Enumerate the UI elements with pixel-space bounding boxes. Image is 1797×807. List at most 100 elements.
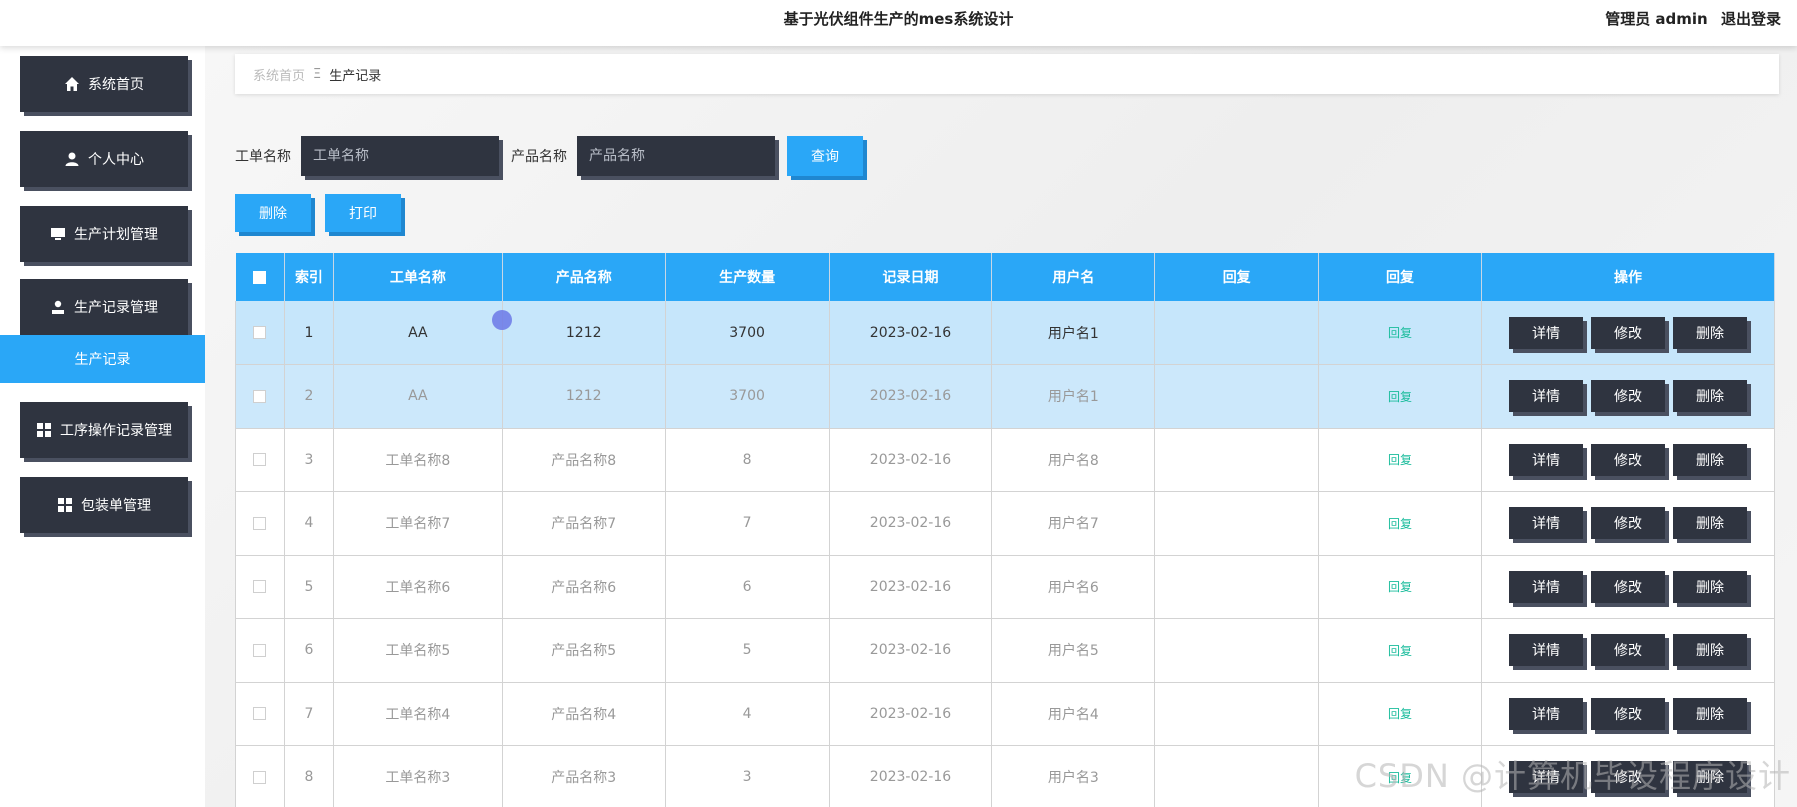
sidebar-item-production-plan[interactable]: 生产计划管理: [20, 206, 188, 262]
delete-button[interactable]: 删除: [1672, 316, 1747, 349]
sidebar-item-home[interactable]: 系统首页: [20, 56, 188, 112]
reply-link[interactable]: 回复: [1388, 644, 1412, 658]
index-cell: 5: [283, 555, 334, 619]
table-row[interactable]: 4 工单名称7 产品名称7 7 2023-02-16 用户名7 回复 详情 修改 删除: [235, 491, 1776, 556]
row-select-cell: [235, 745, 285, 807]
column-header: 产品名称: [502, 253, 666, 301]
batch-delete-button[interactable]: 删除: [235, 194, 311, 232]
row-checkbox[interactable]: [253, 643, 267, 657]
table-row[interactable]: 7 工单名称4 产品名称4 4 2023-02-16 用户名4 回复 详情 修改 删除: [235, 682, 1776, 746]
username-cell: 用户名1: [991, 301, 1156, 365]
operations-cell: 详情 修改 删除: [1480, 491, 1776, 556]
quantity-cell: 4: [664, 682, 830, 746]
detail-button[interactable]: 详情: [1508, 443, 1583, 476]
reply-link[interactable]: 回复: [1388, 453, 1412, 467]
reply-link[interactable]: 回复: [1388, 707, 1412, 721]
row-checkbox[interactable]: [253, 770, 267, 784]
order-name-cell: 工单名称7: [332, 491, 503, 556]
edit-button[interactable]: 修改: [1590, 507, 1665, 540]
row-checkbox[interactable]: [253, 580, 267, 594]
order-name-input[interactable]: [301, 136, 499, 176]
reply-link[interactable]: 回复: [1388, 390, 1412, 404]
edit-button[interactable]: 修改: [1590, 697, 1665, 730]
table-row[interactable]: 3 工单名称8 产品名称8 8 2023-02-16 用户名8 回复 详情 修改 删除: [235, 428, 1776, 492]
row-select-cell: [235, 364, 285, 429]
column-header: 索引: [284, 253, 334, 301]
select-all-checkbox[interactable]: [253, 270, 267, 284]
reply-link-cell: 回复: [1318, 428, 1482, 492]
detail-button[interactable]: 详情: [1508, 380, 1583, 413]
edit-button[interactable]: 修改: [1590, 316, 1665, 349]
sidebar-item-production-record[interactable]: 生产记录管理: [20, 279, 188, 335]
sidebar-item-label: 包装单管理: [81, 498, 151, 514]
quantity-cell: 8: [664, 428, 830, 492]
delete-button[interactable]: 删除: [1672, 570, 1747, 603]
edit-button[interactable]: 修改: [1590, 380, 1665, 413]
column-header: 记录日期: [829, 253, 993, 301]
query-button[interactable]: 查询: [787, 136, 863, 176]
detail-button[interactable]: 详情: [1508, 316, 1583, 349]
product-name-cell: 1212: [501, 364, 666, 429]
username-cell: 用户名8: [991, 428, 1156, 492]
reply-link[interactable]: 回复: [1388, 771, 1412, 785]
table-row[interactable]: 2 AA 1212 3700 2023-02-16 用户名1 回复 详情 修改 删除: [235, 364, 1776, 429]
delete-button[interactable]: 删除: [1672, 380, 1747, 413]
breadcrumb-home[interactable]: 系统首页: [253, 65, 305, 84]
print-button[interactable]: 打印: [325, 194, 401, 232]
delete-button[interactable]: 删除: [1672, 761, 1747, 794]
reply-link-cell: 回复: [1318, 682, 1482, 746]
row-checkbox[interactable]: [253, 326, 267, 339]
select-all-cell: [235, 253, 285, 301]
main-content: 系统首页 Ξ 生产记录 工单名称 产品名称 查询 删除 打印 索引 工单名称 产…: [205, 46, 1797, 807]
row-checkbox[interactable]: [253, 453, 267, 467]
table-row[interactable]: 5 工单名称6 产品名称6 6 2023-02-16 用户名6 回复 详情 修改 删除: [235, 555, 1776, 619]
username-cell: 用户名5: [991, 618, 1156, 683]
person-icon: [52, 300, 64, 314]
product-name-input[interactable]: [577, 136, 775, 176]
table-row[interactable]: 6 工单名称5 产品名称5 5 2023-02-16 用户名5 回复 详情 修改 删除: [235, 618, 1776, 683]
reply-link-cell: 回复: [1318, 618, 1482, 683]
delete-button[interactable]: 删除: [1672, 443, 1747, 476]
reply-link[interactable]: 回复: [1388, 326, 1412, 340]
breadcrumb: 系统首页 Ξ 生产记录: [235, 54, 1779, 94]
sidebar-subitem-production-record[interactable]: 生产记录: [0, 335, 205, 383]
reply-text-cell: [1154, 682, 1320, 746]
sidebar-item-label: 生产计划管理: [74, 227, 158, 243]
detail-button[interactable]: 详情: [1508, 761, 1583, 794]
reply-link[interactable]: 回复: [1388, 580, 1412, 594]
edit-button[interactable]: 修改: [1590, 634, 1665, 667]
operations-cell: 详情 修改 删除: [1480, 364, 1776, 429]
table-row[interactable]: 1 AA 1212 3700 2023-02-16 用户名1 回复 详情 修改 删除: [235, 301, 1776, 365]
reply-link[interactable]: 回复: [1388, 517, 1412, 531]
username-cell: 用户名3: [991, 745, 1156, 807]
detail-button[interactable]: 详情: [1508, 697, 1583, 730]
detail-button[interactable]: 详情: [1508, 570, 1583, 603]
reply-text-cell: [1154, 555, 1320, 619]
user-area: 管理员 admin 退出登录: [1597, 8, 1781, 29]
edit-button[interactable]: 修改: [1590, 761, 1665, 794]
table-row[interactable]: 8 工单名称3 产品名称3 3 2023-02-16 用户名3 回复 详情 修改 删除: [235, 745, 1776, 807]
delete-button[interactable]: 删除: [1672, 507, 1747, 540]
row-checkbox[interactable]: [253, 516, 267, 530]
app-title: 基于光伏组件生产的mes系统设计: [783, 10, 1014, 28]
delete-button[interactable]: 删除: [1672, 697, 1747, 730]
index-cell: 2: [283, 364, 334, 429]
detail-button[interactable]: 详情: [1508, 507, 1583, 540]
product-name-cell: 产品名称3: [501, 745, 666, 807]
sidebar-item-profile[interactable]: 个人中心: [20, 131, 188, 187]
sidebar-item-packing[interactable]: 包装单管理: [20, 477, 188, 533]
user-label: 管理员 admin: [1605, 10, 1708, 28]
monitor-icon: [51, 228, 65, 240]
sidebar-item-label: 系统首页: [88, 77, 144, 93]
detail-button[interactable]: 详情: [1508, 634, 1583, 667]
order-name-cell: 工单名称3: [332, 745, 503, 807]
delete-button[interactable]: 删除: [1672, 634, 1747, 667]
edit-button[interactable]: 修改: [1590, 570, 1665, 603]
edit-button[interactable]: 修改: [1590, 443, 1665, 476]
index-cell: 3: [283, 428, 334, 492]
product-name-cell: 产品名称8: [501, 428, 666, 492]
row-checkbox[interactable]: [253, 707, 267, 721]
sidebar-item-process-record[interactable]: 工序操作记录管理: [20, 402, 188, 458]
logout-link[interactable]: 退出登录: [1721, 10, 1781, 28]
row-checkbox[interactable]: [253, 389, 267, 403]
